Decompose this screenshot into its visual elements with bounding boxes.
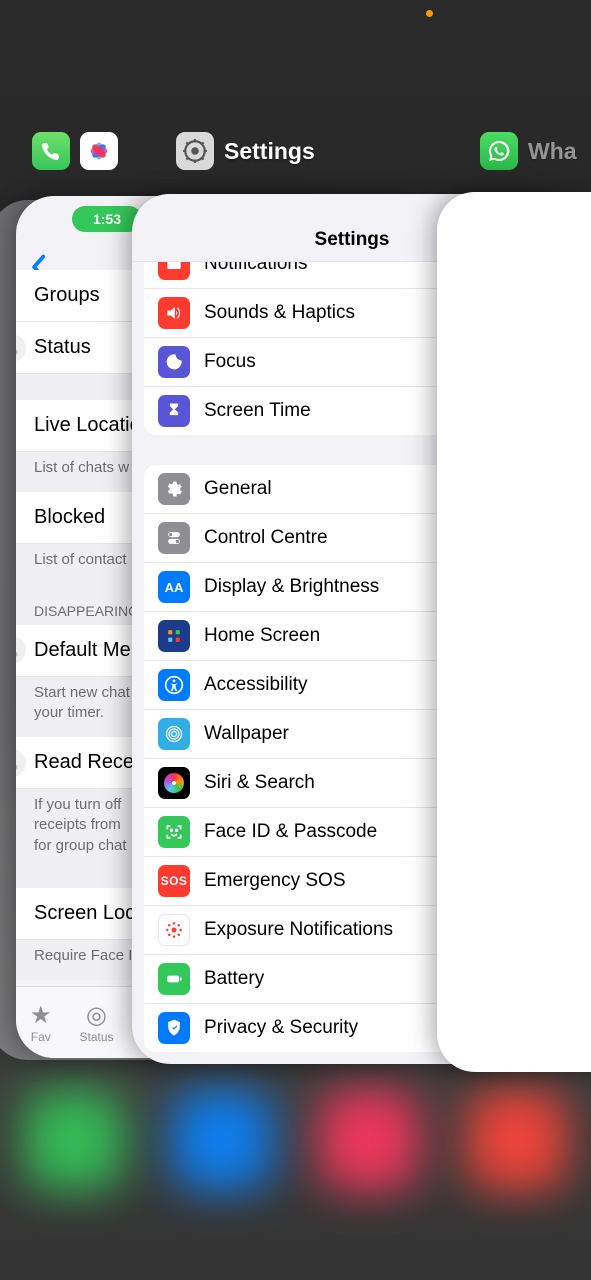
sos-icon: SOS: [158, 865, 190, 897]
control-centre-icon: [158, 522, 190, 554]
accessibility-icon: [158, 669, 190, 701]
general-icon: [158, 473, 190, 505]
microphone-indicator-dot: [426, 10, 433, 17]
focus-icon: [158, 346, 190, 378]
row-label: Wallpaper: [204, 723, 289, 745]
row-label: Control Centre: [204, 527, 328, 549]
row-label: Accessibility: [204, 674, 307, 696]
row-label: Emergency SOS: [204, 870, 346, 892]
tab-favourites[interactable]: ★Fav: [30, 1001, 52, 1044]
row-label: Exposure Notifications: [204, 919, 393, 941]
handset-icon: [16, 749, 26, 777]
row-label: Display & Brightness: [204, 576, 379, 598]
wallpaper-icon: [158, 718, 190, 750]
row-label: Sounds & Haptics: [204, 302, 355, 324]
faceid-icon: [158, 816, 190, 848]
row-label: Screen Time: [204, 400, 311, 422]
home-screen-icon: [158, 620, 190, 652]
battery-icon: [158, 963, 190, 995]
sounds-icon: [158, 297, 190, 329]
tab-status[interactable]: ◎Status: [80, 1001, 114, 1044]
siri-icon: [158, 767, 190, 799]
app-card-whatsapp-front[interactable]: [437, 192, 591, 1072]
row-label: Home Screen: [204, 625, 320, 647]
notifications-icon: [158, 262, 190, 280]
dock-blur: [0, 1050, 591, 1230]
row-label: Privacy & Security: [204, 1017, 358, 1039]
row-label: Notifications: [204, 262, 308, 275]
privacy-icon: [158, 1012, 190, 1044]
row-label: Focus: [204, 351, 256, 373]
handset-icon: [16, 636, 26, 664]
handset-icon: [16, 334, 26, 362]
exposure-icon: [158, 914, 190, 946]
row-label: General: [204, 478, 272, 500]
display-icon: AA: [158, 571, 190, 603]
row-label: Face ID & Passcode: [204, 821, 377, 843]
settings-title: Settings: [315, 229, 390, 261]
row-label: Siri & Search: [204, 772, 315, 794]
screentime-icon: [158, 395, 190, 427]
row-label: Battery: [204, 968, 264, 990]
